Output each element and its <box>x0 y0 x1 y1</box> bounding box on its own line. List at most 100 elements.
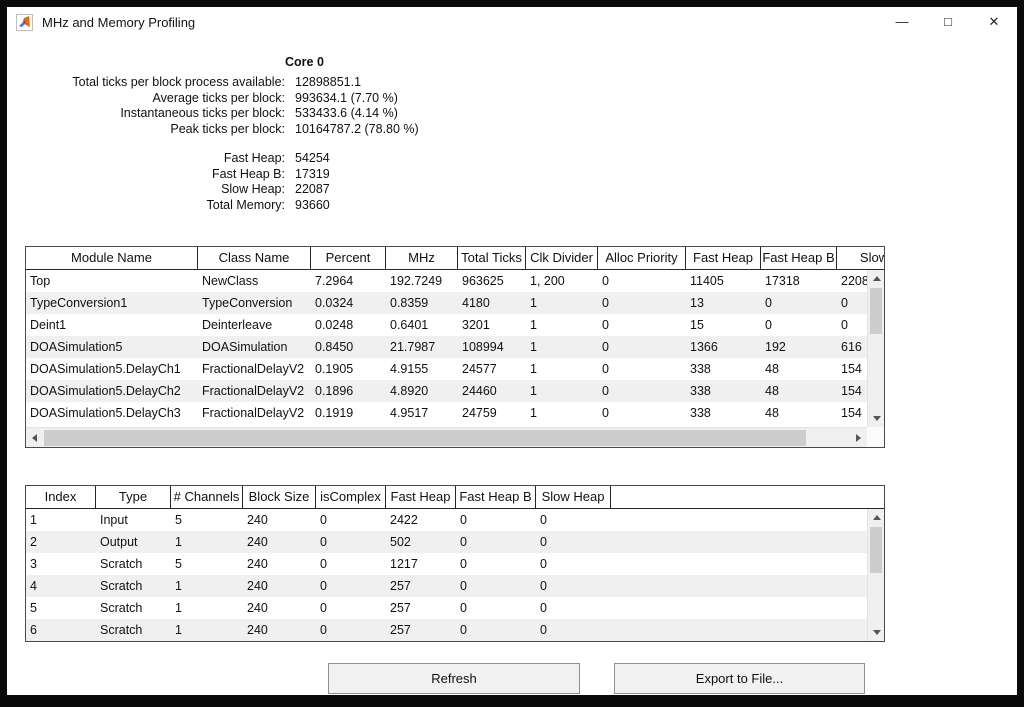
scroll-up-icon[interactable] <box>868 509 885 526</box>
buffer-table-vertical-scrollbar[interactable] <box>867 509 884 641</box>
column-header[interactable]: Index <box>26 486 96 508</box>
table-row[interactable]: DOASimulation5DOASimulation0.845021.7987… <box>26 336 884 358</box>
close-button[interactable]: ✕ <box>971 7 1017 37</box>
maximize-button[interactable]: □ <box>925 7 971 37</box>
table-row[interactable]: 6Scratch1240025700 <box>26 619 884 641</box>
table-cell: 1 <box>526 292 598 314</box>
table-row[interactable]: 4Scratch1240025700 <box>26 575 884 597</box>
table-cell: 108994 <box>458 336 526 358</box>
buffer-table-body: 1Input524002422002Output12400502003Scrat… <box>26 509 884 641</box>
column-header[interactable]: Slow <box>837 247 884 269</box>
column-header[interactable]: Fast Heap B <box>456 486 536 508</box>
column-header[interactable]: # Channels <box>171 486 243 508</box>
stat-label: Total ticks per block process available: <box>7 75 285 91</box>
table-cell: 24577 <box>458 358 526 380</box>
table-cell: 1 <box>171 575 243 597</box>
scroll-left-icon[interactable] <box>26 429 43 446</box>
table-row[interactable]: TypeConversion1TypeConversion0.03240.835… <box>26 292 884 314</box>
table-cell: 4.8920 <box>386 380 458 402</box>
column-header[interactable]: Class Name <box>198 247 311 269</box>
column-header[interactable]: Fast Heap <box>386 486 456 508</box>
table-cell: 1 <box>526 336 598 358</box>
table-cell: 0 <box>316 575 386 597</box>
profiling-window: MHz and Memory Profiling — □ ✕ Core 0 To… <box>7 7 1017 695</box>
scroll-right-icon[interactable] <box>850 429 867 446</box>
column-header[interactable]: Fast Heap <box>686 247 761 269</box>
column-header[interactable]: Module Name <box>26 247 198 269</box>
table-row[interactable]: 5Scratch1240025700 <box>26 597 884 619</box>
stat-value: 54254 <box>295 151 330 167</box>
column-header[interactable]: Percent <box>311 247 386 269</box>
table-row[interactable]: DOASimulation5.DelayCh2FractionalDelayV2… <box>26 380 884 402</box>
table-cell: 963625 <box>458 270 526 292</box>
stat-value: 10164787.2 (78.80 %) <box>295 122 419 138</box>
table-row[interactable]: 2Output1240050200 <box>26 531 884 553</box>
table-cell: 240 <box>243 531 316 553</box>
column-header[interactable]: Alloc Priority <box>598 247 686 269</box>
table-cell: 1 <box>171 597 243 619</box>
table-cell: 6 <box>26 619 96 641</box>
module-table-horizontal-scrollbar[interactable] <box>26 427 867 447</box>
refresh-button[interactable]: Refresh <box>328 663 580 694</box>
buffer-table: IndexType# ChannelsBlock SizeisComplexFa… <box>25 485 885 642</box>
minimize-button[interactable]: — <box>879 7 925 37</box>
table-cell: 0 <box>316 597 386 619</box>
table-cell: 0 <box>761 314 837 336</box>
table-row[interactable]: Deint1Deinterleave0.02480.64013201101500 <box>26 314 884 336</box>
table-cell: 502 <box>386 531 456 553</box>
table-cell: 0 <box>456 597 536 619</box>
vertical-scrollbar-thumb[interactable] <box>870 288 882 334</box>
table-cell: 48 <box>761 402 837 424</box>
table-cell: Input <box>96 509 171 531</box>
table-cell: 1 <box>26 509 96 531</box>
vertical-scrollbar-thumb[interactable] <box>870 527 882 573</box>
table-cell: 5 <box>26 597 96 619</box>
table-row[interactable]: 3Scratch52400121700 <box>26 553 884 575</box>
export-to-file-button[interactable]: Export to File... <box>614 663 865 694</box>
table-row[interactable]: DOASimulation5.DelayCh3FractionalDelayV2… <box>26 402 884 424</box>
column-header[interactable]: MHz <box>386 247 458 269</box>
table-cell: 0 <box>536 509 611 531</box>
table-cell: 192.7249 <box>386 270 458 292</box>
module-table-vertical-scrollbar[interactable] <box>867 270 884 427</box>
table-cell: 3 <box>26 553 96 575</box>
horizontal-scrollbar-thumb[interactable] <box>44 430 806 446</box>
table-cell: 13 <box>686 292 761 314</box>
column-header[interactable]: Total Ticks <box>458 247 526 269</box>
stat-value: 12898851.1 <box>295 75 361 91</box>
table-cell: 257 <box>386 575 456 597</box>
scroll-down-icon[interactable] <box>868 410 885 427</box>
table-cell: 15 <box>686 314 761 336</box>
column-header[interactable]: Block Size <box>243 486 316 508</box>
table-cell: 240 <box>243 597 316 619</box>
module-table: Module NameClass NamePercentMHzTotal Tic… <box>25 246 885 448</box>
table-cell: 2 <box>26 531 96 553</box>
table-cell: DOASimulation5.DelayCh2 <box>26 380 198 402</box>
stat-label: Slow Heap: <box>7 182 285 198</box>
column-header[interactable]: Fast Heap B <box>761 247 837 269</box>
table-cell: 0 <box>536 619 611 641</box>
column-header[interactable]: Slow Heap <box>536 486 611 508</box>
scroll-down-icon[interactable] <box>868 624 885 641</box>
column-header[interactable]: Type <box>96 486 171 508</box>
column-header[interactable]: Clk Divider <box>526 247 598 269</box>
table-row[interactable]: DOASimulation5.DelayCh1FractionalDelayV2… <box>26 358 884 380</box>
table-cell: 11405 <box>686 270 761 292</box>
column-header[interactable]: isComplex <box>316 486 386 508</box>
table-cell: 0 <box>598 270 686 292</box>
stat-label: Fast Heap B: <box>7 167 285 183</box>
table-row[interactable]: 1Input52400242200 <box>26 509 884 531</box>
stat-row: Slow Heap: 22087 <box>7 182 330 198</box>
table-cell: 4.9517 <box>386 402 458 424</box>
stat-value: 22087 <box>295 182 330 198</box>
table-row[interactable]: TopNewClass7.2964192.72499636251, 200011… <box>26 270 884 292</box>
table-cell: 0 <box>456 575 536 597</box>
stat-row: Fast Heap B: 17319 <box>7 167 330 183</box>
table-cell: 1 <box>526 380 598 402</box>
table-cell: 1 <box>171 619 243 641</box>
titlebar[interactable]: MHz and Memory Profiling — □ ✕ <box>7 7 1017 37</box>
memory-stats: Fast Heap: 54254 Fast Heap B: 17319 Slow… <box>7 151 330 213</box>
table-cell: 240 <box>243 619 316 641</box>
scroll-up-icon[interactable] <box>868 270 885 287</box>
stat-row: Instantaneous ticks per block: 533433.6 … <box>7 106 419 122</box>
